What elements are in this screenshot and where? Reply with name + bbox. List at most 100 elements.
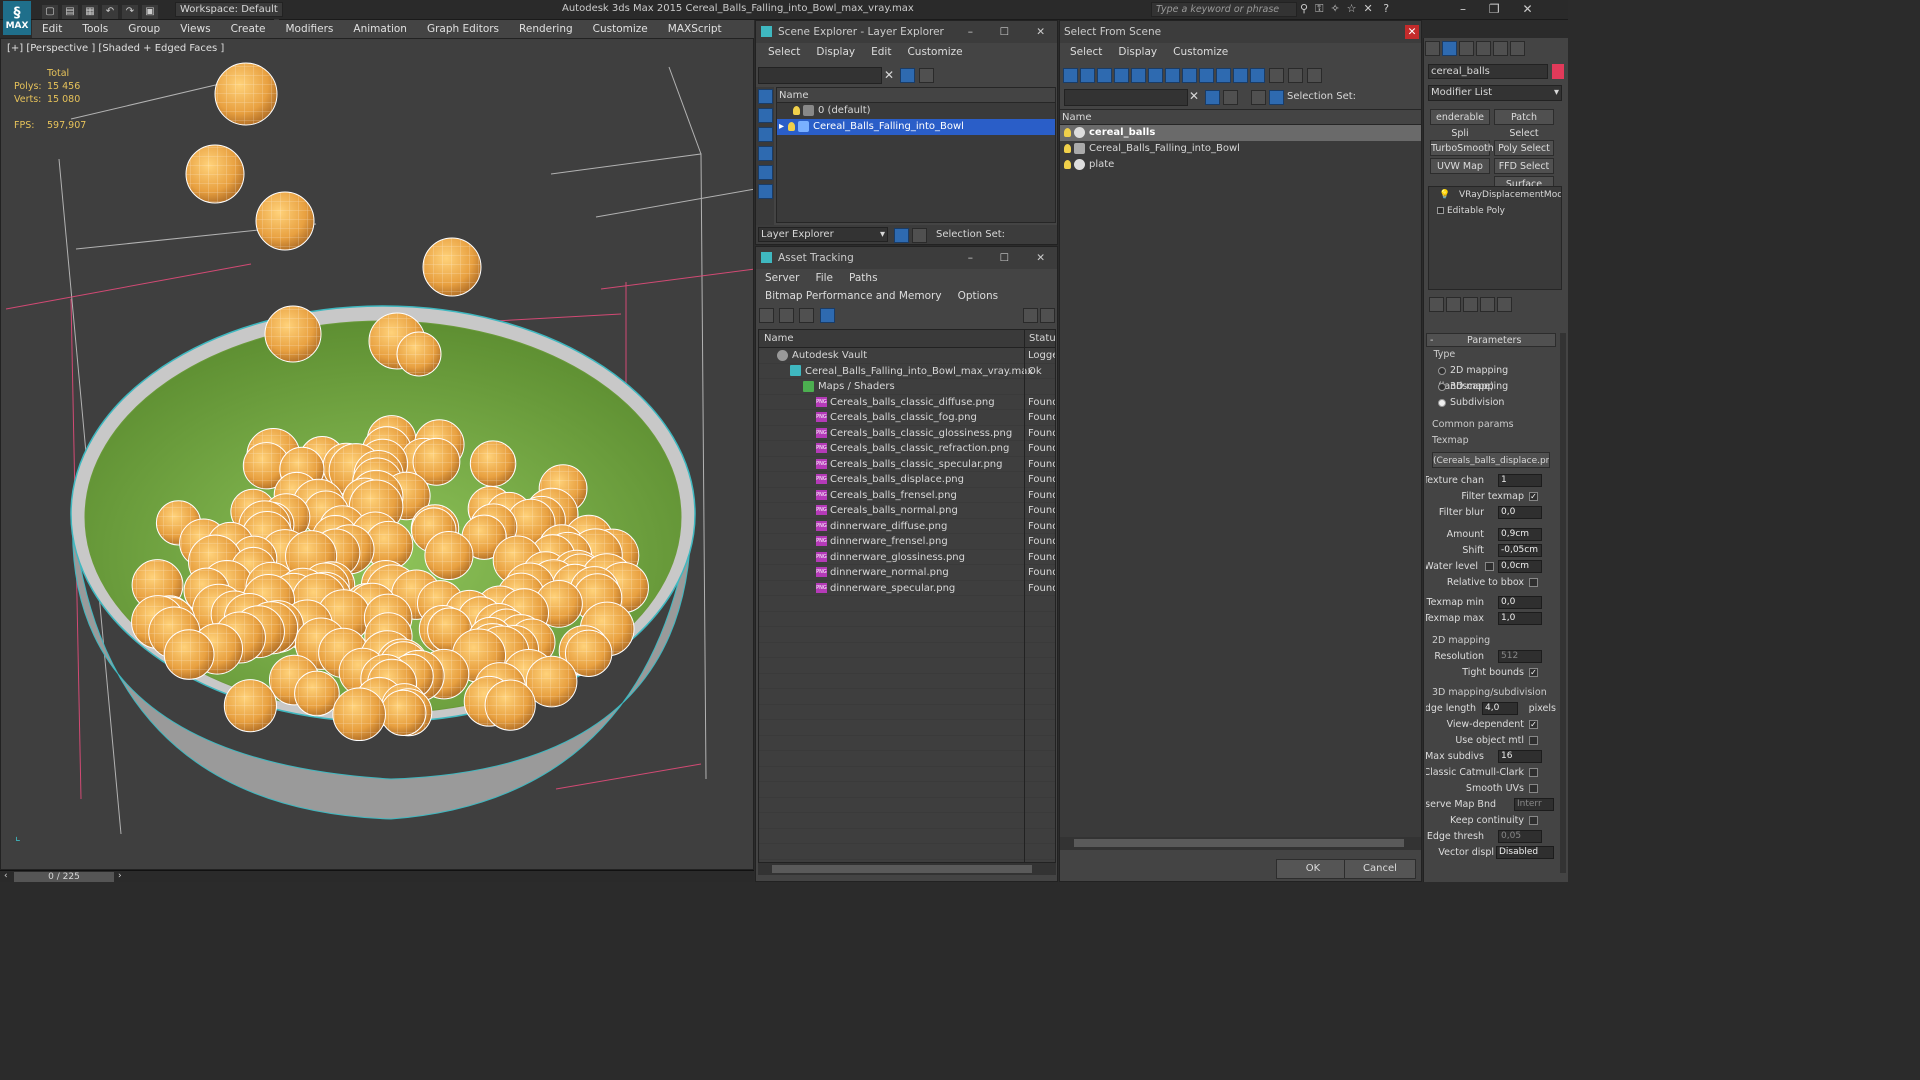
search-input[interactable]: Type a keyword or phrase <box>1151 2 1297 17</box>
menu-modifiers[interactable]: Modifiers <box>275 20 343 38</box>
modifier-button-ffd-select[interactable]: FFD Select <box>1494 158 1554 174</box>
texture-chan-spinner[interactable]: 1 <box>1498 474 1542 487</box>
expand-box-icon[interactable] <box>1437 207 1444 214</box>
sfs-menu-display[interactable]: Display <box>1110 43 1165 61</box>
column-header-name[interactable]: Name <box>1060 110 1421 125</box>
preserve-map-dropdown[interactable]: Interr <box>1514 798 1554 811</box>
close-icon[interactable]: ✕ <box>1523 2 1533 16</box>
refresh-icon[interactable] <box>759 308 774 323</box>
filter-xrefs-icon[interactable] <box>1182 68 1197 83</box>
water-level-checkbox[interactable] <box>1485 562 1494 571</box>
create-tab-icon[interactable] <box>1425 41 1440 56</box>
sfs-menu-select[interactable]: Select <box>1062 43 1110 61</box>
asset-row[interactable]: PNG Cereals_balls_classic_specular.png Fou… <box>759 457 1055 472</box>
display-geometry-icon[interactable] <box>758 146 773 161</box>
filter-shapes-icon[interactable] <box>1080 68 1095 83</box>
filter-frozen-icon[interactable] <box>1233 68 1248 83</box>
shift-spinner[interactable]: -0,05cm <box>1498 544 1542 557</box>
command-panel-scrollbar[interactable] <box>1560 333 1566 873</box>
view-dependent-checkbox[interactable]: ✓ <box>1529 720 1538 729</box>
layer-mode-icon[interactable] <box>894 228 909 243</box>
smooth-uvs-checkbox[interactable] <box>1529 784 1538 793</box>
help-icon[interactable] <box>1023 308 1038 323</box>
filter-bones-icon[interactable] <box>1199 68 1214 83</box>
lightbulb-icon[interactable] <box>1064 159 1071 169</box>
tight-bounds-checkbox[interactable]: ✓ <box>1529 668 1538 677</box>
column-header-name[interactable]: Name <box>777 88 1055 103</box>
display-lights-icon[interactable] <box>758 184 773 199</box>
se-menu-display[interactable]: Display <box>808 43 863 61</box>
at-menu-options[interactable]: Options <box>950 287 1007 305</box>
ok-button[interactable]: OK <box>1276 859 1350 879</box>
column-header-status[interactable]: Status <box>1024 330 1055 348</box>
modifier-button-uvw-map[interactable]: UVW Map <box>1430 158 1490 174</box>
menu-rendering[interactable]: Rendering <box>509 20 583 38</box>
edge-thresh-spinner[interactable]: 0,05 <box>1498 830 1542 843</box>
water-level-spinner[interactable]: 0,0cm <box>1498 560 1542 573</box>
select-invert-icon[interactable] <box>1307 68 1322 83</box>
configure-sets-icon[interactable] <box>1497 297 1512 312</box>
motion-tab-icon[interactable] <box>1476 41 1491 56</box>
relative-bbox-checkbox[interactable] <box>1529 578 1538 587</box>
asset-row[interactable]: PNGdinnerware_diffuse.png Found <box>759 519 1055 534</box>
se-menu-customize[interactable]: Customize <box>899 43 970 61</box>
thumbnail-view-icon[interactable] <box>799 308 815 323</box>
asset-row[interactable]: PNGdinnerware_normal.png Found <box>759 565 1055 581</box>
filter-lights-icon[interactable] <box>1097 68 1112 83</box>
hierarchy-tab-icon[interactable] <box>1459 41 1474 56</box>
edge-length-spinner[interactable]: 4,0 <box>1482 702 1518 715</box>
at-menu-server[interactable]: Server <box>757 269 807 287</box>
time-slider[interactable]: ‹ 0 / 225 › <box>0 870 754 882</box>
stack-item-vraydisplacement[interactable]: 💡 VRayDisplacementMod <box>1429 187 1561 203</box>
project-icon[interactable]: ▣ <box>142 5 158 19</box>
asset-row[interactable]: PNGCereals_balls_normal.png Found <box>759 503 1055 519</box>
display-invert-icon[interactable] <box>758 127 773 142</box>
menu-graph-editors[interactable]: Graph Editors <box>417 20 509 38</box>
asset-tracking-titlebar[interactable]: Asset Tracking – ☐ ✕ <box>756 247 1057 269</box>
lightbulb-icon[interactable] <box>793 105 800 115</box>
utilities-tab-icon[interactable] <box>1510 41 1525 56</box>
modifier-button-turbosmooth[interactable]: TurboSmooth <box>1430 140 1494 156</box>
rollout-header[interactable]: - Parameters <box>1426 333 1556 347</box>
amount-spinner[interactable]: 0,9cm <box>1498 528 1542 541</box>
timeline-left-icon[interactable]: ‹ <box>4 871 8 881</box>
minimize-icon[interactable]: – <box>968 21 973 43</box>
stack-item-editable-poly[interactable]: Editable Poly <box>1429 203 1561 219</box>
object-row-cereal-balls[interactable]: cereal_balls <box>1060 125 1421 141</box>
connect-icon[interactable]: ✕ <box>1364 2 1373 15</box>
clear-search-icon[interactable]: ✕ <box>884 68 894 82</box>
filter-icon[interactable] <box>900 68 915 83</box>
lightbulb-icon[interactable]: 💡 <box>1439 187 1450 203</box>
app-logo[interactable]: § MAX <box>3 1 31 35</box>
scene-explorer-search[interactable] <box>758 67 882 84</box>
object-name-input[interactable]: cereal_balls <box>1428 64 1548 79</box>
filter-containers-icon[interactable] <box>1216 68 1231 83</box>
radio-3d-mapping[interactable]: 3D mapping <box>1426 379 1556 395</box>
hierarchy-mode-icon[interactable] <box>912 228 927 243</box>
keep-continuity-checkbox[interactable] <box>1529 816 1538 825</box>
select-none-icon[interactable] <box>1288 68 1303 83</box>
layer-options-icon[interactable] <box>919 68 934 83</box>
asset-row[interactable]: PNGCereals_balls_frensel.png Found <box>759 488 1055 503</box>
subscription-icon[interactable]: ✧ <box>1330 2 1339 15</box>
workspace-dropdown[interactable]: Workspace: Default▾ <box>175 2 283 28</box>
radio-2d-mapping[interactable]: 2D mapping (landscape) <box>1426 363 1556 392</box>
star-icon[interactable]: ☆ <box>1347 2 1357 15</box>
viewport-label[interactable]: [+] [Perspective ] [Shaded + Edged Faces… <box>7 43 224 54</box>
catmull-clark-checkbox[interactable] <box>1529 768 1538 777</box>
object-color-swatch[interactable] <box>1552 64 1564 79</box>
menu-group[interactable]: Group <box>118 20 170 38</box>
minimize-icon[interactable]: – <box>1460 2 1466 16</box>
filter-geometry-icon[interactable] <box>1063 68 1078 83</box>
key-icon[interactable]: ⚿ <box>1315 2 1323 15</box>
settings-icon[interactable] <box>1040 308 1055 323</box>
at-menu-paths[interactable]: Paths <box>841 269 886 287</box>
object-row-group[interactable]: Cereal_Balls_Falling_into_Bowl <box>1060 141 1421 157</box>
display-none-icon[interactable] <box>758 89 773 104</box>
asset-row[interactable]: PNGdinnerware_frensel.png Found <box>759 534 1055 550</box>
asset-row[interactable]: PNG Cereals_balls_classic_diffuse.png Foun… <box>759 395 1055 410</box>
horizontal-scrollbar[interactable] <box>1060 837 1421 850</box>
menu-maxscript[interactable]: MAXScript <box>658 20 732 38</box>
asset-row[interactable]: PNGCereals_balls_displace.png Found <box>759 472 1055 488</box>
menu-tools[interactable]: Tools <box>72 20 118 38</box>
